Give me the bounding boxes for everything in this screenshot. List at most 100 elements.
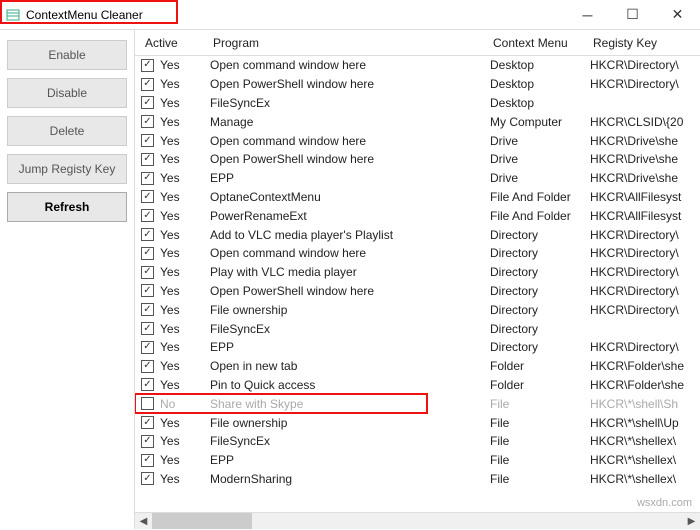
- close-button[interactable]: ✕: [655, 0, 700, 29]
- row-checkbox[interactable]: [141, 435, 154, 448]
- scroll-left-arrow-icon[interactable]: ◀: [135, 513, 152, 530]
- row-checkbox[interactable]: [141, 153, 154, 166]
- horizontal-scrollbar[interactable]: ◀ ▶: [135, 512, 700, 529]
- cell-program: EPP: [210, 453, 490, 467]
- table-row[interactable]: YesEPPDirectoryHKCR\Directory\: [135, 338, 700, 357]
- cell-registry: HKCR\AllFilesyst: [590, 209, 700, 223]
- table-row[interactable]: Yes FileSyncExDirectory: [135, 319, 700, 338]
- sidebar: Enable Disable Delete Jump Registy Key R…: [0, 30, 135, 529]
- table-row[interactable]: YesOpen PowerShell window hereDesktopHKC…: [135, 75, 700, 94]
- cell-registry: HKCR\*\shellex\: [590, 453, 700, 467]
- row-checkbox[interactable]: [141, 341, 154, 354]
- row-checkbox[interactable]: [141, 397, 154, 410]
- cell-active: Yes: [160, 284, 210, 298]
- cell-active: Yes: [160, 58, 210, 72]
- row-checkbox[interactable]: [141, 59, 154, 72]
- disable-button[interactable]: Disable: [7, 78, 127, 108]
- scroll-track[interactable]: [152, 513, 683, 529]
- row-checkbox[interactable]: [141, 322, 154, 335]
- column-header-registry[interactable]: Registy Key: [593, 36, 700, 50]
- cell-program: Open PowerShell window here: [210, 284, 490, 298]
- row-checkbox[interactable]: [141, 454, 154, 467]
- minimize-button[interactable]: ─: [565, 0, 610, 29]
- row-checkbox[interactable]: [141, 303, 154, 316]
- cell-context: Directory: [490, 284, 590, 298]
- window-title: ContextMenu Cleaner: [26, 8, 143, 22]
- table-row[interactable]: YesModernSharingFileHKCR\*\shellex\: [135, 470, 700, 489]
- row-checkbox[interactable]: [141, 115, 154, 128]
- maximize-button[interactable]: ☐: [610, 0, 655, 29]
- table-row[interactable]: YesEPPDriveHKCR\Drive\she: [135, 169, 700, 188]
- table-row[interactable]: YesOptaneContextMenuFile And FolderHKCR\…: [135, 188, 700, 207]
- cell-program: FileSyncEx: [210, 322, 490, 336]
- row-checkbox[interactable]: [141, 360, 154, 373]
- cell-registry: HKCR\CLSID\{20: [590, 115, 700, 129]
- table-row[interactable]: YesAdd to VLC media player's PlaylistDir…: [135, 225, 700, 244]
- column-header-active[interactable]: Active: [135, 36, 213, 50]
- row-checkbox[interactable]: [141, 134, 154, 147]
- cell-registry: HKCR\*\shell\Sh: [590, 397, 700, 411]
- cell-context: Directory: [490, 228, 590, 242]
- cell-active: Yes: [160, 322, 210, 336]
- cell-active: Yes: [160, 246, 210, 260]
- cell-active: Yes: [160, 434, 210, 448]
- row-checkbox[interactable]: [141, 190, 154, 203]
- table-row[interactable]: YesFile ownershipDirectoryHKCR\Directory…: [135, 300, 700, 319]
- window-controls: ─ ☐ ✕: [565, 0, 700, 29]
- column-header-program[interactable]: Program: [213, 36, 493, 50]
- cell-program: Open command window here: [210, 246, 490, 260]
- table-row[interactable]: YesOpen PowerShell window hereDirectoryH…: [135, 282, 700, 301]
- column-header-context[interactable]: Context Menu: [493, 36, 593, 50]
- table-row[interactable]: NoShare with SkypeFileHKCR\*\shell\Sh: [135, 394, 700, 413]
- cell-registry: HKCR\Directory\: [590, 246, 700, 260]
- cell-active: Yes: [160, 152, 210, 166]
- enable-button[interactable]: Enable: [7, 40, 127, 70]
- row-checkbox[interactable]: [141, 247, 154, 260]
- cell-registry: HKCR\Drive\she: [590, 134, 700, 148]
- table-row[interactable]: YesOpen command window hereDriveHKCR\Dri…: [135, 131, 700, 150]
- row-checkbox[interactable]: [141, 209, 154, 222]
- cell-program: ModernSharing: [210, 472, 490, 486]
- table-row[interactable]: YesFile ownershipFileHKCR\*\shell\Up: [135, 413, 700, 432]
- row-checkbox[interactable]: [141, 284, 154, 297]
- row-checkbox[interactable]: [141, 266, 154, 279]
- table-row[interactable]: YesManageMy ComputerHKCR\CLSID\{20: [135, 112, 700, 131]
- table-row[interactable]: YesPin to Quick accessFolderHKCR\Folder\…: [135, 376, 700, 395]
- cell-registry: HKCR\Folder\she: [590, 359, 700, 373]
- table-row[interactable]: Yes FileSyncExFileHKCR\*\shellex\: [135, 432, 700, 451]
- cell-active: Yes: [160, 265, 210, 279]
- cell-program: Pin to Quick access: [210, 378, 490, 392]
- cell-context: File: [490, 472, 590, 486]
- table-row[interactable]: YesOpen in new tabFolderHKCR\Folder\she: [135, 357, 700, 376]
- refresh-button[interactable]: Refresh: [7, 192, 127, 222]
- cell-program: Open PowerShell window here: [210, 152, 490, 166]
- table-row[interactable]: YesPlay with VLC media playerDirectoryHK…: [135, 263, 700, 282]
- cell-active: Yes: [160, 209, 210, 223]
- row-checkbox[interactable]: [141, 416, 154, 429]
- cell-program: Open command window here: [210, 58, 490, 72]
- table-row[interactable]: YesEPPFileHKCR\*\shellex\: [135, 451, 700, 470]
- scroll-right-arrow-icon[interactable]: ▶: [683, 513, 700, 530]
- cell-context: Directory: [490, 340, 590, 354]
- row-checkbox[interactable]: [141, 378, 154, 391]
- row-checkbox[interactable]: [141, 96, 154, 109]
- cell-active: Yes: [160, 303, 210, 317]
- delete-button[interactable]: Delete: [7, 116, 127, 146]
- cell-program: EPP: [210, 171, 490, 185]
- row-checkbox[interactable]: [141, 78, 154, 91]
- watermark: wsxdn.com: [637, 497, 692, 509]
- table-row[interactable]: YesPowerRenameExtFile And FolderHKCR\All…: [135, 206, 700, 225]
- cell-registry: HKCR\Directory\: [590, 265, 700, 279]
- jump-registry-button[interactable]: Jump Registy Key: [7, 154, 127, 184]
- table-row[interactable]: YesOpen command window hereDesktopHKCR\D…: [135, 56, 700, 75]
- row-checkbox[interactable]: [141, 172, 154, 185]
- table-row[interactable]: YesOpen command window hereDirectoryHKCR…: [135, 244, 700, 263]
- row-checkbox[interactable]: [141, 472, 154, 485]
- table-row[interactable]: Yes FileSyncExDesktop: [135, 94, 700, 113]
- scroll-thumb[interactable]: [152, 513, 252, 529]
- cell-context: Desktop: [490, 58, 590, 72]
- table-row[interactable]: YesOpen PowerShell window hereDriveHKCR\…: [135, 150, 700, 169]
- row-checkbox[interactable]: [141, 228, 154, 241]
- cell-context: Desktop: [490, 77, 590, 91]
- titlebar: ContextMenu Cleaner ─ ☐ ✕: [0, 0, 700, 30]
